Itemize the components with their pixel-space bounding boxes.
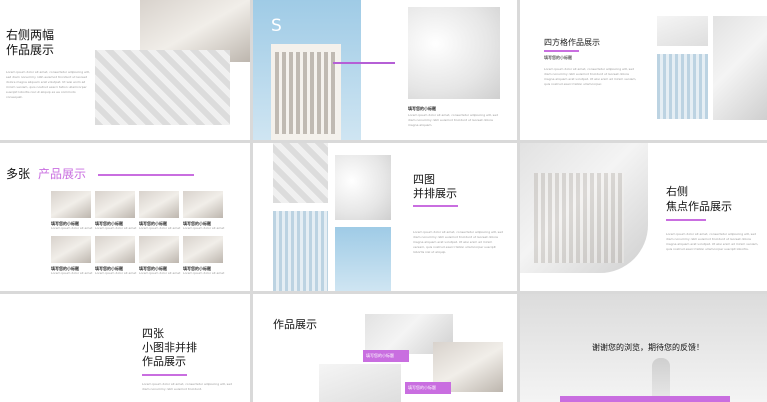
- slide3-photo-tower: [713, 16, 767, 120]
- slide8-photo-curve: [319, 364, 401, 402]
- slide4-item-photo: [139, 236, 179, 263]
- slide4-accent-line: [98, 174, 194, 176]
- slide6-accent-line: [666, 219, 706, 221]
- slide1-title-line1: 右侧两幅: [6, 28, 55, 42]
- slide5-title-line2: 并排展示: [413, 187, 457, 200]
- slide-thumbnail-3[interactable]: 四方格作品展示 填写您的小标题 Lorem ipsum dolor sit am…: [520, 0, 767, 140]
- slide-thumbnail-4[interactable]: 多张 产品展示 填写您的小标题 Lorem ipsum dolor sit am…: [0, 143, 250, 291]
- slide3-body-text: Lorem ipsum dolor sit amet, consectetur …: [544, 67, 637, 86]
- slide5-title-line1: 四图: [413, 173, 435, 186]
- slide4-item-desc: Lorem ipsum dolor sit amet: [139, 271, 181, 275]
- slide5-photo-3: [273, 211, 328, 291]
- slide4-item-desc: Lorem ipsum dolor sit amet: [183, 226, 225, 230]
- slide-thumbnail-6[interactable]: 右侧 焦点作品展示 Lorem ipsum dolor sit amet, co…: [520, 143, 767, 291]
- slide4-item-photo: [51, 191, 91, 218]
- slide-thumbnail-8[interactable]: 作品展示 填写您的小标题 填写您的小标题: [253, 294, 517, 402]
- slide3-subtitle: 填写您的小标题: [544, 55, 572, 60]
- slide4-title-black: 多张: [6, 167, 31, 181]
- slide4-title-purple: 产品展示: [38, 167, 87, 181]
- slide6-title-line1: 右侧: [666, 185, 688, 198]
- slide-thumbnail-7[interactable]: 四张 小图非并排 作品展示 Lorem ipsum dolor sit amet…: [0, 294, 250, 402]
- slide8-title: 作品展示: [273, 318, 317, 331]
- slide4-item-desc: Lorem ipsum dolor sit amet: [51, 271, 93, 275]
- slide7-title-line3: 作品展示: [142, 355, 186, 368]
- slide7-accent-line: [142, 374, 187, 376]
- slide2-body-text: Lorem ipsum dolor sit amet, consectetur …: [408, 113, 498, 127]
- slide4-item-desc: Lorem ipsum dolor sit amet: [183, 271, 225, 275]
- slide5-body-text: Lorem ipsum dolor sit amet, consectetur …: [413, 230, 503, 254]
- slide2-caption: 填写您的小标题: [408, 106, 436, 111]
- slide5-photo-2: [335, 155, 391, 220]
- slide6-building-windows: [534, 173, 624, 263]
- slide3-title: 四方格作品展示: [544, 38, 600, 47]
- slide8-caption-1: 填写您的小标题: [366, 353, 394, 358]
- slide8-caption-2: 填写您的小标题: [408, 385, 436, 390]
- slide6-body-text: Lorem ipsum dolor sit amet, consectetur …: [666, 232, 759, 251]
- slide2-accent-line: [333, 62, 395, 64]
- slide-thumbnail-5[interactable]: 四图 并排展示 Lorem ipsum dolor sit amet, cons…: [253, 143, 517, 291]
- slide2-letter: S: [271, 16, 282, 36]
- slide6-title-line2: 焦点作品展示: [666, 200, 732, 213]
- slide5-photo-4: [335, 227, 391, 291]
- slide4-item-desc: Lorem ipsum dolor sit amet: [95, 271, 137, 275]
- slide4-item-photo: [95, 236, 135, 263]
- slide1-body-text: Lorem ipsum dolor sit amet, consectetur …: [6, 70, 90, 99]
- slide3-photo-top-left: [657, 16, 708, 46]
- slide5-accent-line: [413, 205, 458, 207]
- slide2-building-windows: [275, 52, 337, 134]
- slide9-accent-bar: [560, 396, 730, 402]
- slide9-thanks-text: 谢谢您的浏览，期待您的反馈！: [592, 343, 704, 352]
- slide2-photo-curves: [408, 7, 500, 99]
- slide1-title-line2: 作品展示: [6, 43, 55, 57]
- slide4-item-desc: Lorem ipsum dolor sit amet: [51, 226, 93, 230]
- slide5-photo-1: [273, 143, 328, 203]
- slide-thumbnail-1[interactable]: 右侧两幅 作品展示 Lorem ipsum dolor sit amet, co…: [0, 0, 250, 140]
- slide4-item-photo: [183, 236, 223, 263]
- slide-thumbnail-9[interactable]: 谢谢您的浏览，期待您的反馈！: [520, 294, 767, 402]
- slide1-photo-facade: [95, 50, 230, 125]
- slide3-accent-line: [544, 50, 579, 52]
- slide4-item-photo: [51, 236, 91, 263]
- slide4-item-desc: Lorem ipsum dolor sit amet: [139, 226, 181, 230]
- slide-thumbnail-grid: 右侧两幅 作品展示 Lorem ipsum dolor sit amet, co…: [0, 0, 767, 402]
- slide-thumbnail-2[interactable]: S 填写您的小标题 Lorem ipsum dolor sit amet, co…: [253, 0, 517, 140]
- slide4-item-photo: [183, 191, 223, 218]
- slide7-title-line1: 四张: [142, 327, 164, 340]
- slide4-item-photo: [139, 191, 179, 218]
- slide4-item-desc: Lorem ipsum dolor sit amet: [95, 226, 137, 230]
- slide7-body-text: Lorem ipsum dolor sit amet, consectetur …: [142, 382, 232, 391]
- slide7-title-line2: 小图非并排: [142, 341, 197, 354]
- slide4-item-photo: [95, 191, 135, 218]
- slide3-photo-bottom-left: [657, 54, 708, 119]
